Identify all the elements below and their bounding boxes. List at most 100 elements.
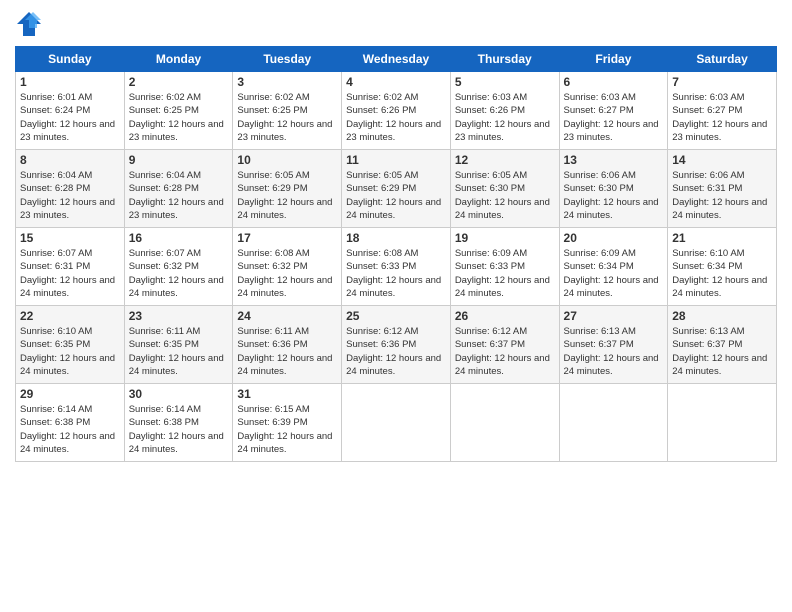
day-number: 1 <box>20 75 120 89</box>
calendar-cell: 6 Sunrise: 6:03 AM Sunset: 6:27 PM Dayli… <box>559 72 668 150</box>
day-info: Sunrise: 6:05 AM Sunset: 6:30 PM Dayligh… <box>455 169 555 222</box>
day-number: 8 <box>20 153 120 167</box>
day-number: 10 <box>237 153 337 167</box>
sunrise-label: Sunrise: 6:01 AM <box>20 92 92 103</box>
calendar-cell: 29 Sunrise: 6:14 AM Sunset: 6:38 PM Dayl… <box>16 384 125 462</box>
daylight-label: Daylight: 12 hours and 24 minutes. <box>672 353 767 377</box>
sunrise-label: Sunrise: 6:14 AM <box>129 404 201 415</box>
logo <box>15 10 47 38</box>
day-number: 16 <box>129 231 229 245</box>
empty-cell <box>559 384 668 462</box>
sunset-label: Sunset: 6:29 PM <box>237 183 307 194</box>
sunset-label: Sunset: 6:28 PM <box>129 183 199 194</box>
daylight-label: Daylight: 12 hours and 24 minutes. <box>455 275 550 299</box>
day-info: Sunrise: 6:14 AM Sunset: 6:38 PM Dayligh… <box>20 403 120 456</box>
daylight-label: Daylight: 12 hours and 24 minutes. <box>129 353 224 377</box>
calendar-cell: 11 Sunrise: 6:05 AM Sunset: 6:29 PM Dayl… <box>342 150 451 228</box>
sunrise-label: Sunrise: 6:05 AM <box>346 170 418 181</box>
day-info: Sunrise: 6:15 AM Sunset: 6:39 PM Dayligh… <box>237 403 337 456</box>
sunset-label: Sunset: 6:26 PM <box>455 105 525 116</box>
day-header: Tuesday <box>233 47 342 72</box>
sunrise-label: Sunrise: 6:08 AM <box>237 248 309 259</box>
daylight-label: Daylight: 12 hours and 24 minutes. <box>20 275 115 299</box>
calendar-cell: 12 Sunrise: 6:05 AM Sunset: 6:30 PM Dayl… <box>450 150 559 228</box>
daylight-label: Daylight: 12 hours and 24 minutes. <box>672 197 767 221</box>
day-number: 15 <box>20 231 120 245</box>
daylight-label: Daylight: 12 hours and 24 minutes. <box>564 275 659 299</box>
day-info: Sunrise: 6:13 AM Sunset: 6:37 PM Dayligh… <box>672 325 772 378</box>
day-info: Sunrise: 6:05 AM Sunset: 6:29 PM Dayligh… <box>237 169 337 222</box>
sunset-label: Sunset: 6:38 PM <box>129 417 199 428</box>
day-number: 13 <box>564 153 664 167</box>
day-header: Wednesday <box>342 47 451 72</box>
sunset-label: Sunset: 6:36 PM <box>237 339 307 350</box>
calendar-cell: 13 Sunrise: 6:06 AM Sunset: 6:30 PM Dayl… <box>559 150 668 228</box>
sunrise-label: Sunrise: 6:05 AM <box>237 170 309 181</box>
day-info: Sunrise: 6:02 AM Sunset: 6:25 PM Dayligh… <box>237 91 337 144</box>
daylight-label: Daylight: 12 hours and 23 minutes. <box>346 119 441 143</box>
daylight-label: Daylight: 12 hours and 24 minutes. <box>346 197 441 221</box>
sunset-label: Sunset: 6:34 PM <box>564 261 634 272</box>
day-info: Sunrise: 6:11 AM Sunset: 6:35 PM Dayligh… <box>129 325 229 378</box>
day-number: 18 <box>346 231 446 245</box>
sunset-label: Sunset: 6:27 PM <box>672 105 742 116</box>
day-number: 2 <box>129 75 229 89</box>
sunrise-label: Sunrise: 6:15 AM <box>237 404 309 415</box>
day-info: Sunrise: 6:03 AM Sunset: 6:27 PM Dayligh… <box>672 91 772 144</box>
calendar-cell: 18 Sunrise: 6:08 AM Sunset: 6:33 PM Dayl… <box>342 228 451 306</box>
sunset-label: Sunset: 6:30 PM <box>455 183 525 194</box>
sunset-label: Sunset: 6:34 PM <box>672 261 742 272</box>
day-info: Sunrise: 6:01 AM Sunset: 6:24 PM Dayligh… <box>20 91 120 144</box>
sunrise-label: Sunrise: 6:11 AM <box>237 326 309 337</box>
calendar-cell: 19 Sunrise: 6:09 AM Sunset: 6:33 PM Dayl… <box>450 228 559 306</box>
day-header: Saturday <box>668 47 777 72</box>
daylight-label: Daylight: 12 hours and 23 minutes. <box>129 119 224 143</box>
calendar-cell: 31 Sunrise: 6:15 AM Sunset: 6:39 PM Dayl… <box>233 384 342 462</box>
calendar-cell: 14 Sunrise: 6:06 AM Sunset: 6:31 PM Dayl… <box>668 150 777 228</box>
sunrise-label: Sunrise: 6:07 AM <box>20 248 92 259</box>
sunset-label: Sunset: 6:37 PM <box>672 339 742 350</box>
day-info: Sunrise: 6:11 AM Sunset: 6:36 PM Dayligh… <box>237 325 337 378</box>
sunrise-label: Sunrise: 6:09 AM <box>455 248 527 259</box>
calendar-cell: 24 Sunrise: 6:11 AM Sunset: 6:36 PM Dayl… <box>233 306 342 384</box>
sunrise-label: Sunrise: 6:10 AM <box>672 248 744 259</box>
day-info: Sunrise: 6:07 AM Sunset: 6:31 PM Dayligh… <box>20 247 120 300</box>
calendar-cell: 21 Sunrise: 6:10 AM Sunset: 6:34 PM Dayl… <box>668 228 777 306</box>
sunrise-label: Sunrise: 6:13 AM <box>564 326 636 337</box>
daylight-label: Daylight: 12 hours and 24 minutes. <box>672 275 767 299</box>
page: SundayMondayTuesdayWednesdayThursdayFrid… <box>0 0 792 612</box>
sunset-label: Sunset: 6:27 PM <box>564 105 634 116</box>
empty-cell <box>342 384 451 462</box>
day-number: 12 <box>455 153 555 167</box>
sunrise-label: Sunrise: 6:08 AM <box>346 248 418 259</box>
day-number: 20 <box>564 231 664 245</box>
calendar-cell: 30 Sunrise: 6:14 AM Sunset: 6:38 PM Dayl… <box>124 384 233 462</box>
day-info: Sunrise: 6:08 AM Sunset: 6:32 PM Dayligh… <box>237 247 337 300</box>
daylight-label: Daylight: 12 hours and 23 minutes. <box>564 119 659 143</box>
calendar-cell: 8 Sunrise: 6:04 AM Sunset: 6:28 PM Dayli… <box>16 150 125 228</box>
daylight-label: Daylight: 12 hours and 23 minutes. <box>672 119 767 143</box>
daylight-label: Daylight: 12 hours and 24 minutes. <box>20 353 115 377</box>
day-number: 30 <box>129 387 229 401</box>
day-number: 5 <box>455 75 555 89</box>
day-number: 27 <box>564 309 664 323</box>
calendar-cell: 23 Sunrise: 6:11 AM Sunset: 6:35 PM Dayl… <box>124 306 233 384</box>
calendar-cell: 4 Sunrise: 6:02 AM Sunset: 6:26 PM Dayli… <box>342 72 451 150</box>
sunrise-label: Sunrise: 6:04 AM <box>20 170 92 181</box>
day-info: Sunrise: 6:03 AM Sunset: 6:27 PM Dayligh… <box>564 91 664 144</box>
day-info: Sunrise: 6:10 AM Sunset: 6:35 PM Dayligh… <box>20 325 120 378</box>
day-info: Sunrise: 6:14 AM Sunset: 6:38 PM Dayligh… <box>129 403 229 456</box>
sunrise-label: Sunrise: 6:02 AM <box>346 92 418 103</box>
daylight-label: Daylight: 12 hours and 24 minutes. <box>564 353 659 377</box>
sunset-label: Sunset: 6:31 PM <box>672 183 742 194</box>
sunrise-label: Sunrise: 6:06 AM <box>564 170 636 181</box>
day-number: 28 <box>672 309 772 323</box>
sunrise-label: Sunrise: 6:11 AM <box>129 326 201 337</box>
day-info: Sunrise: 6:09 AM Sunset: 6:33 PM Dayligh… <box>455 247 555 300</box>
sunset-label: Sunset: 6:25 PM <box>129 105 199 116</box>
day-number: 3 <box>237 75 337 89</box>
calendar-cell: 7 Sunrise: 6:03 AM Sunset: 6:27 PM Dayli… <box>668 72 777 150</box>
day-info: Sunrise: 6:03 AM Sunset: 6:26 PM Dayligh… <box>455 91 555 144</box>
day-info: Sunrise: 6:10 AM Sunset: 6:34 PM Dayligh… <box>672 247 772 300</box>
sunset-label: Sunset: 6:35 PM <box>20 339 90 350</box>
